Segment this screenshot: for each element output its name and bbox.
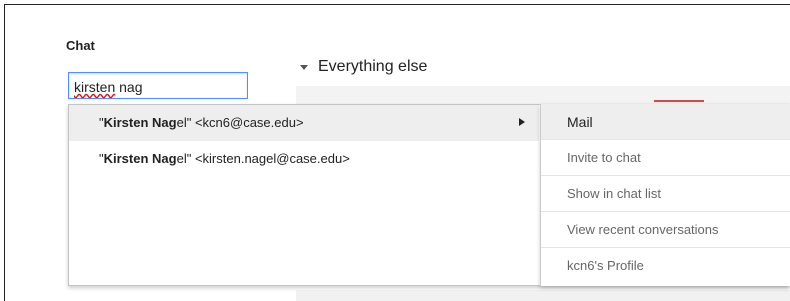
group-header-label: Everything else xyxy=(318,58,428,75)
menu-item-profile[interactable]: kcn6's Profile xyxy=(541,248,790,284)
menu-item-invite-to-chat[interactable]: Invite to chat xyxy=(541,140,790,176)
triangle-down-icon xyxy=(300,65,308,70)
suggestion-email: <kirsten.nagel@case.edu> xyxy=(194,151,350,166)
background-footer xyxy=(296,290,790,301)
suggestion-name-rest: el xyxy=(176,115,187,130)
background-toolbar xyxy=(296,86,790,104)
contact-context-menu: Mail Invite to chat Show in chat list Vi… xyxy=(540,104,790,286)
menu-item-show-in-chat-list[interactable]: Show in chat list xyxy=(541,176,790,212)
group-header-everything-else[interactable]: Everything else xyxy=(300,58,427,76)
suggestion-email: <kcn6@case.edu> xyxy=(194,115,304,130)
menu-item-mail[interactable]: Mail xyxy=(541,104,790,140)
chat-search-input[interactable]: kirsten nag xyxy=(68,72,248,99)
suggestion-match: Kirsten Nag xyxy=(103,151,177,166)
search-text-misspelled: kirsten xyxy=(74,79,116,95)
submenu-arrow-icon xyxy=(519,118,525,126)
quote-close: " xyxy=(186,115,195,130)
suggestion-match: Kirsten Nag xyxy=(103,115,177,130)
suggestion-item[interactable]: "Kirsten Nagel" <kcn6@case.edu> xyxy=(69,105,539,141)
quote-close: " xyxy=(186,151,195,166)
suggestion-name-rest: el xyxy=(176,151,187,166)
background-accent-line xyxy=(654,100,704,102)
menu-item-view-recent-conversations[interactable]: View recent conversations xyxy=(541,212,790,248)
suggestion-item[interactable]: "Kirsten Nagel" <kirsten.nagel@case.edu> xyxy=(69,141,539,177)
chat-section-title: Chat xyxy=(66,38,95,53)
search-text-rest: nag xyxy=(115,79,143,95)
